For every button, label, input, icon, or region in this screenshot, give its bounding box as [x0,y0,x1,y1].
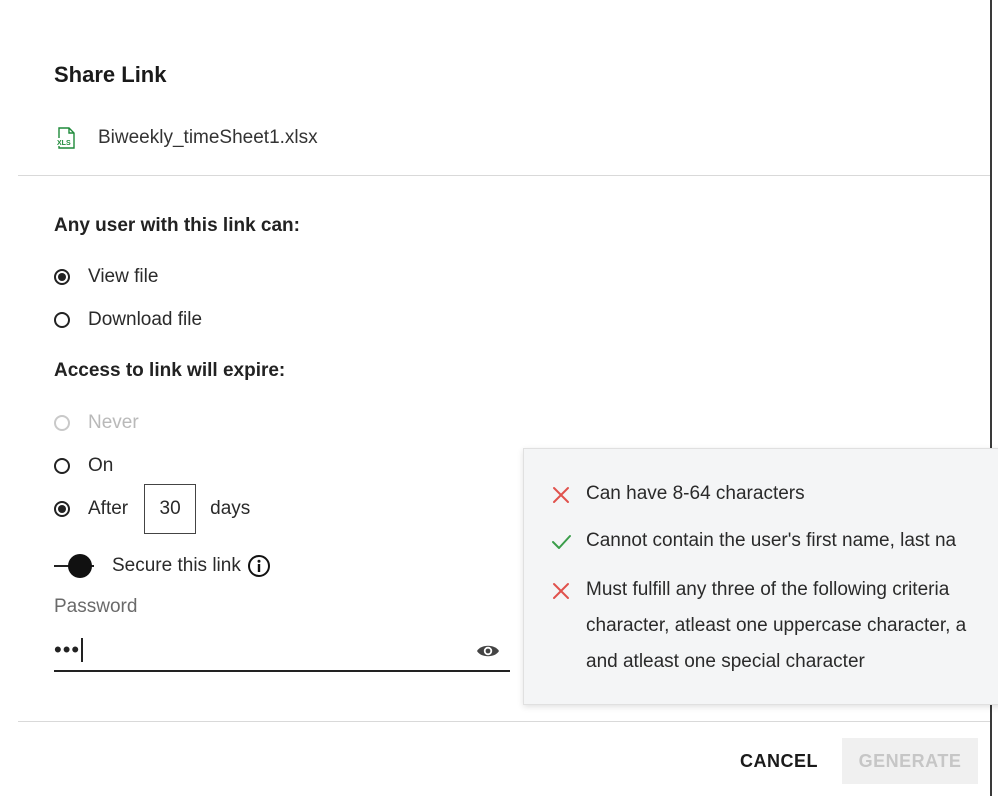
radio-never: Never [54,412,139,434]
radio-checked-icon [54,501,70,517]
secure-link-toggle[interactable] [54,552,96,580]
rule-line: Cannot contain the user's first name, la… [586,530,957,551]
svg-text:XLS: XLS [57,140,71,147]
password-value: ••• [54,637,81,662]
info-icon[interactable] [247,554,271,578]
radio-view-file[interactable]: View file [54,266,158,288]
cancel-button[interactable]: CANCEL [724,738,834,784]
radio-on[interactable]: On [54,455,113,477]
password-rule: Cannot contain the user's first name, la… [550,530,956,559]
radio-download-file[interactable]: Download file [54,309,202,331]
header-divider [18,175,990,176]
eye-icon[interactable] [476,642,500,660]
rule-line: Must fulfill any three of the following … [586,579,950,600]
dialog-title: Share Link [54,62,167,87]
radio-never-label: Never [88,412,139,433]
file-row: XLS Biweekly_timeSheet1.xlsx [54,126,318,150]
rule-line: character, atleast one uppercase charact… [586,615,967,636]
password-field[interactable]: ••• [54,630,510,672]
xls-file-icon: XLS [56,127,75,149]
secure-link-row: Secure this link [54,552,271,580]
radio-unchecked-icon [54,458,70,474]
radio-checked-icon [54,269,70,285]
x-icon [553,583,569,599]
rule-text: Cannot contain the user's first name, la… [586,523,956,559]
check-icon [552,535,571,549]
days-label: days [210,498,251,519]
password-rule: Must fulfill any three of the following … [550,579,966,680]
radio-unchecked-icon [54,312,70,328]
password-label: Password [54,596,138,617]
secure-link-label: Secure this link [112,555,241,576]
radio-download-file-label: Download file [88,309,203,330]
password-rules-popover: Can have 8-64 characters Cannot contain … [523,448,998,705]
rule-line: Can have 8-64 characters [586,483,805,504]
radio-on-label: On [88,455,114,476]
text-caret [81,638,83,662]
radio-view-file-label: View file [88,266,159,287]
password-rule: Can have 8-64 characters [550,483,805,512]
toggle-knob [68,554,92,578]
rule-line: and atleast one special character [586,651,865,672]
footer-divider [18,721,990,722]
expiry-label: Access to link will expire: [54,360,286,381]
days-input[interactable]: 30 [144,484,197,534]
permissions-label: Any user with this link can: [54,215,300,236]
radio-disabled-icon [54,415,70,431]
file-name: Biweekly_timeSheet1.xlsx [98,127,318,148]
rule-text: Can have 8-64 characters [586,476,805,512]
generate-button[interactable]: GENERATE [842,738,978,784]
x-icon [553,487,569,503]
rule-text: Must fulfill any three of the following … [586,572,966,680]
radio-after[interactable]: After 30 days [54,484,250,534]
radio-after-label: After [88,498,129,519]
